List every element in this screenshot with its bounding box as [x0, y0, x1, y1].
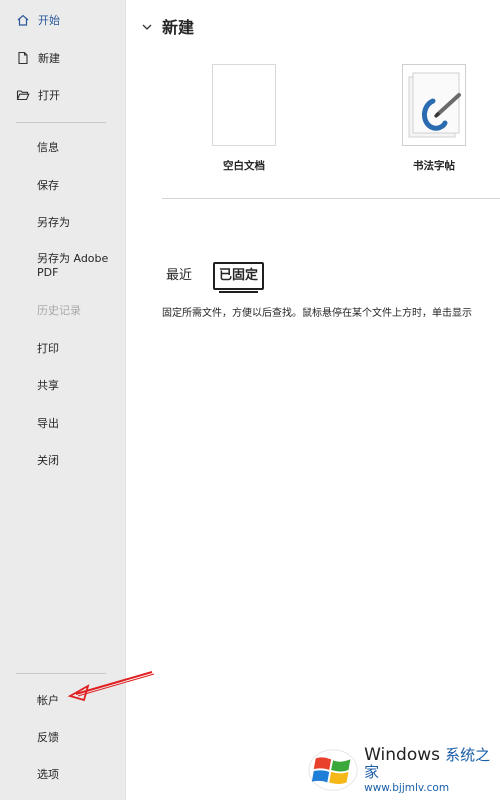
nav-options[interactable]: 选项	[0, 758, 124, 790]
nav-save-as-adobe-pdf[interactable]: 另存为 Adobe PDF	[0, 248, 120, 288]
nav-feedback[interactable]: 反馈	[0, 721, 124, 753]
sidebar-divider	[16, 122, 106, 123]
nav-save-as[interactable]: 另存为	[0, 206, 124, 238]
nav-home-label: 开始	[38, 14, 60, 27]
template-calligraphy[interactable]: 书法字帖	[389, 64, 479, 173]
template-label: 空白文档	[223, 160, 265, 172]
watermark: Windows 系统之家 www.bjjmlv.com	[300, 740, 500, 800]
nav-print[interactable]: 打印	[0, 332, 124, 364]
windows-logo-icon	[308, 749, 358, 791]
nav-save[interactable]: 保存	[0, 169, 124, 201]
nav-new-label: 新建	[38, 52, 60, 65]
new-section-header[interactable]: 新建	[140, 14, 194, 38]
nav-home[interactable]: 开始	[0, 4, 124, 36]
home-icon	[14, 11, 32, 29]
nav-open[interactable]: 打开	[0, 79, 124, 111]
section-title: 新建	[162, 18, 195, 37]
tab-recent[interactable]: 最近	[166, 262, 192, 290]
template-blank-document[interactable]: 空白文档	[199, 64, 289, 173]
section-divider	[162, 198, 500, 199]
tab-pinned[interactable]: 已固定	[213, 262, 265, 293]
backstage-main: 新建 空白文档 书法字帖 最近 已固定 固定所需文件，方便以后查找。鼠标悬停在某…	[126, 0, 500, 800]
nav-share[interactable]: 共享	[0, 369, 124, 401]
watermark-brand: Windows	[364, 744, 440, 765]
nav-info[interactable]: 信息	[0, 131, 124, 163]
pinned-hint-text: 固定所需文件，方便以后查找。鼠标悬停在某个文件上方时，单击显示	[162, 308, 472, 319]
blank-document-thumbnail	[212, 64, 276, 146]
calligraphy-thumbnail	[402, 64, 466, 146]
template-label: 书法字帖	[413, 160, 455, 172]
nav-export[interactable]: 导出	[0, 407, 124, 439]
nav-open-label: 打开	[38, 89, 60, 102]
new-document-icon	[14, 49, 32, 67]
nav-new[interactable]: 新建	[0, 42, 124, 74]
watermark-url: www.bjjmlv.com	[364, 781, 450, 794]
nav-close[interactable]: 关闭	[0, 444, 124, 476]
chevron-down-icon	[140, 19, 154, 33]
calligraphy-brush-icon	[408, 72, 461, 138]
annotation-arrow-icon	[67, 671, 155, 702]
nav-history: 历史记录	[37, 304, 81, 317]
open-folder-icon	[14, 86, 32, 104]
